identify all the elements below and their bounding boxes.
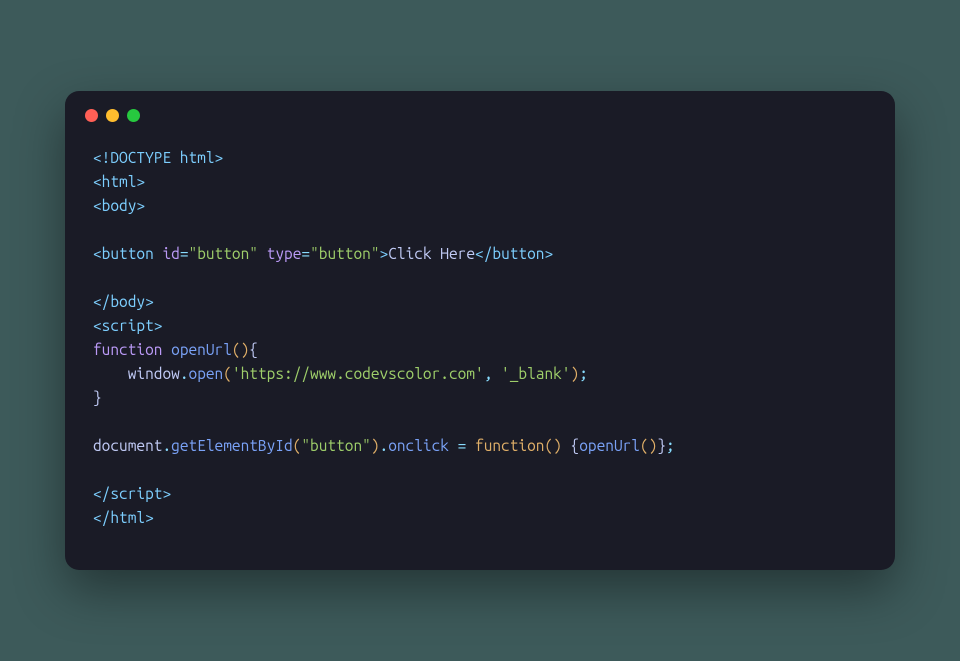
code-token: type (267, 245, 302, 262)
code-token (93, 365, 128, 382)
code-token: . (380, 437, 389, 454)
code-token: ) (553, 437, 562, 454)
maximize-icon[interactable] (127, 109, 140, 122)
code-token: </html> (93, 509, 154, 526)
code-token: ) (371, 437, 380, 454)
code-token: window (128, 365, 180, 382)
code-token: "button" (301, 437, 370, 454)
code-token: 'https://www.codevscolor.com' (232, 365, 484, 382)
code-token: } (657, 437, 666, 454)
code-token: () (232, 341, 249, 358)
code-window: <!DOCTYPE html> <html> <body> <button id… (65, 91, 895, 570)
code-token: function (93, 341, 162, 358)
code-token: <body> (93, 197, 145, 214)
code-token: onclick (388, 437, 449, 454)
code-token (162, 341, 171, 358)
code-token: function (475, 437, 544, 454)
code-token: > (380, 245, 389, 262)
code-token: ; (666, 437, 675, 454)
code-block: <!DOCTYPE html> <html> <body> <button id… (65, 122, 895, 570)
code-token: openUrl (579, 437, 640, 454)
code-token: Click Here (388, 245, 475, 262)
code-token: ( (640, 437, 649, 454)
code-token: </body> (93, 293, 154, 310)
code-token (466, 437, 475, 454)
code-token: </button> (475, 245, 553, 262)
code-token: . (162, 437, 171, 454)
code-token: '_blank' (501, 365, 570, 382)
code-token (492, 365, 501, 382)
code-token: openUrl (171, 341, 232, 358)
code-token: </scr (93, 485, 136, 502)
code-token: <script> (93, 317, 162, 334)
code-token (449, 437, 458, 454)
code-token: getElementById (171, 437, 293, 454)
code-token: ipt> (136, 485, 171, 502)
code-token: . (180, 365, 189, 382)
code-token: = (301, 245, 310, 262)
code-token: ) (571, 365, 580, 382)
code-token: document (93, 437, 162, 454)
code-token: ( (544, 437, 553, 454)
code-token: open (189, 365, 224, 382)
code-token: { (249, 341, 258, 358)
code-token: id (162, 245, 179, 262)
window-titlebar (65, 91, 895, 122)
code-token: ( (223, 365, 232, 382)
code-token: <html> (93, 173, 145, 190)
code-token: ; (579, 365, 588, 382)
minimize-icon[interactable] (106, 109, 119, 122)
code-token (562, 437, 571, 454)
code-token: = (180, 245, 189, 262)
code-token: <button (93, 245, 154, 262)
close-icon[interactable] (85, 109, 98, 122)
code-token: "button" (189, 245, 258, 262)
code-token: } (93, 389, 102, 406)
code-token: "button" (310, 245, 379, 262)
code-token (258, 245, 267, 262)
code-token: { (571, 437, 580, 454)
code-token: <!DOCTYPE html> (93, 149, 223, 166)
